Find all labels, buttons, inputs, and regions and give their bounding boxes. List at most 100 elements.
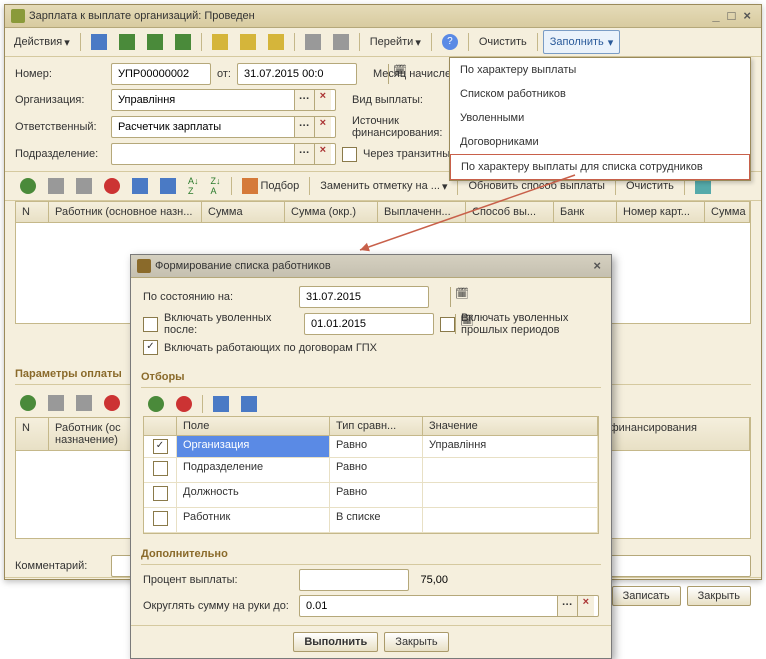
filter-row-checkbox[interactable] <box>153 461 168 476</box>
col-worker[interactable]: Работник (основное назн... <box>49 202 202 222</box>
fill-dropdown[interactable]: Заполнить▾ <box>543 30 621 54</box>
window-title: Зарплата к выплате организаций: Проведен <box>29 5 708 27</box>
g2-icon[interactable] <box>99 391 125 415</box>
filter-row-checkbox[interactable] <box>153 486 168 501</box>
dots-button[interactable]: … <box>294 117 314 137</box>
clear-x-button[interactable]: × <box>314 117 331 137</box>
tb-icon-5[interactable] <box>207 30 233 54</box>
incfired-checkbox[interactable] <box>143 317 158 332</box>
dept-field[interactable]: …× <box>111 143 336 165</box>
resp-field[interactable]: …× <box>111 116 336 138</box>
filter-row[interactable]: ✓ОрганизацияРавноУправління <box>144 436 598 458</box>
filter-uncheck-button[interactable] <box>236 392 262 416</box>
col-paid[interactable]: Выплаченн... <box>378 202 466 222</box>
incfired-label: Включать уволенных после: <box>164 312 298 336</box>
modal-titlebar: Формирование списка работников × <box>131 255 611 278</box>
tb-icon-2[interactable] <box>114 30 140 54</box>
tb2-icon[interactable] <box>43 174 69 198</box>
g2-icon[interactable] <box>71 391 97 415</box>
clear-x-button[interactable]: × <box>314 90 331 110</box>
filter-row[interactable]: РаботникВ списке <box>144 508 598 533</box>
tb2-icon[interactable] <box>127 174 153 198</box>
tb-icon-1[interactable] <box>86 30 112 54</box>
filter-row[interactable]: ДолжностьРавно <box>144 483 598 508</box>
actions-dropdown[interactable]: Действия▾ <box>9 30 75 54</box>
menu-item-contractors[interactable]: Договорниками <box>450 130 750 154</box>
pct-label: Процент выплаты: <box>143 574 293 586</box>
tb2-icon[interactable] <box>155 174 181 198</box>
filter-check-button[interactable] <box>208 392 234 416</box>
app-icon <box>11 9 25 23</box>
goto-dropdown[interactable]: Перейти▾ <box>365 30 426 54</box>
dots-button[interactable]: … <box>294 90 314 110</box>
col-sum[interactable]: Сумма <box>202 202 285 222</box>
org-field[interactable]: …× <box>111 89 336 111</box>
main-toolbar: Действия▾ Перейти▾ ? Очистить Заполнить▾ <box>5 28 761 57</box>
filters-title: Отборы <box>141 367 601 387</box>
sort-desc-button[interactable]: Z↓A <box>206 174 226 198</box>
execute-button[interactable]: Выполнить <box>293 632 378 652</box>
col-sumr[interactable]: Сумма (окр.) <box>285 202 378 222</box>
clear-button[interactable]: Очистить <box>474 30 532 54</box>
col-way[interactable]: Способ вы... <box>466 202 554 222</box>
filter-row[interactable]: ПодразделениеРавно <box>144 458 598 483</box>
incfired-field[interactable]: 🗓 <box>304 313 434 335</box>
round-field[interactable]: …× <box>299 595 599 617</box>
g2-icon[interactable] <box>43 391 69 415</box>
col-gross[interactable]: Сумма гряз... <box>705 202 750 222</box>
filters-table[interactable]: Поле Тип сравн... Значение ✓ОрганизацияР… <box>143 416 599 534</box>
filters-toolbar <box>131 392 611 416</box>
maximize-button[interactable]: □ <box>724 5 740 27</box>
close-button[interactable]: Закрыть <box>687 586 751 606</box>
menu-item-by-paytype[interactable]: По характеру выплаты <box>450 58 750 82</box>
incfiredprev-checkbox[interactable] <box>440 317 455 332</box>
filter-row-checkbox[interactable]: ✓ <box>153 439 168 454</box>
tb-icon-7[interactable] <box>263 30 289 54</box>
col-card[interactable]: Номер карт... <box>617 202 705 222</box>
number-label: Номер: <box>15 68 105 80</box>
menu-item-by-list[interactable]: Списком работников <box>450 82 750 106</box>
filter-del-button[interactable] <box>171 392 197 416</box>
incgpx-label: Включать работающих по договорам ГПХ <box>164 342 377 354</box>
pick-button[interactable]: Подбор <box>237 174 305 198</box>
add-row-button[interactable] <box>15 174 41 198</box>
number-field[interactable] <box>111 63 211 85</box>
asof-field[interactable]: 🗓 <box>299 286 429 308</box>
save-button[interactable]: Записать <box>612 586 681 606</box>
filter-row-checkbox[interactable] <box>153 511 168 526</box>
tb-icon-9[interactable] <box>328 30 354 54</box>
incgpx-checkbox[interactable]: ✓ <box>143 340 158 355</box>
clear-x-button[interactable]: × <box>577 596 594 616</box>
date-field[interactable]: 🗓 <box>237 63 357 85</box>
col-n[interactable]: N <box>16 202 49 222</box>
menu-item-fired[interactable]: Уволенными <box>450 106 750 130</box>
dots-button[interactable]: … <box>294 144 314 164</box>
finsrc-label: Источник финансирования: <box>352 115 442 139</box>
pct-field[interactable] <box>299 569 409 591</box>
tb-icon-3[interactable] <box>142 30 168 54</box>
round-label: Округлять сумму на руки до: <box>143 600 293 612</box>
add-row-button[interactable] <box>15 391 41 415</box>
replace-button[interactable]: Заменить отметку на ...▾ <box>315 174 452 198</box>
paytype-label: Вид выплаты: <box>352 94 423 106</box>
tb-icon-4[interactable] <box>170 30 196 54</box>
transit-checkbox[interactable] <box>342 147 357 162</box>
modal-close-btn[interactable]: Закрыть <box>384 632 448 652</box>
tb2-icon[interactable] <box>99 174 125 198</box>
incfiredprev-label: Включать уволенных прошлых периодов <box>461 312 568 336</box>
tb-icon-8[interactable] <box>300 30 326 54</box>
calendar-icon[interactable]: 🗓 <box>450 287 473 307</box>
menu-item-by-paytype-list[interactable]: По характеру выплаты для списка сотрудни… <box>450 154 750 180</box>
tb-icon-6[interactable] <box>235 30 261 54</box>
sort-asc-button[interactable]: A↓Z <box>183 174 204 198</box>
col-bank[interactable]: Банк <box>554 202 617 222</box>
dots-button[interactable]: … <box>557 596 577 616</box>
help-button[interactable]: ? <box>437 30 463 54</box>
tb2-icon[interactable] <box>71 174 97 198</box>
close-button[interactable]: × <box>739 5 755 27</box>
clear-x-button[interactable]: × <box>314 144 331 164</box>
minimize-button[interactable]: _ <box>708 5 723 27</box>
modal-close-button[interactable]: × <box>589 255 605 277</box>
filter-add-button[interactable] <box>143 392 169 416</box>
modal-window: Формирование списка работников × По сост… <box>130 254 612 659</box>
